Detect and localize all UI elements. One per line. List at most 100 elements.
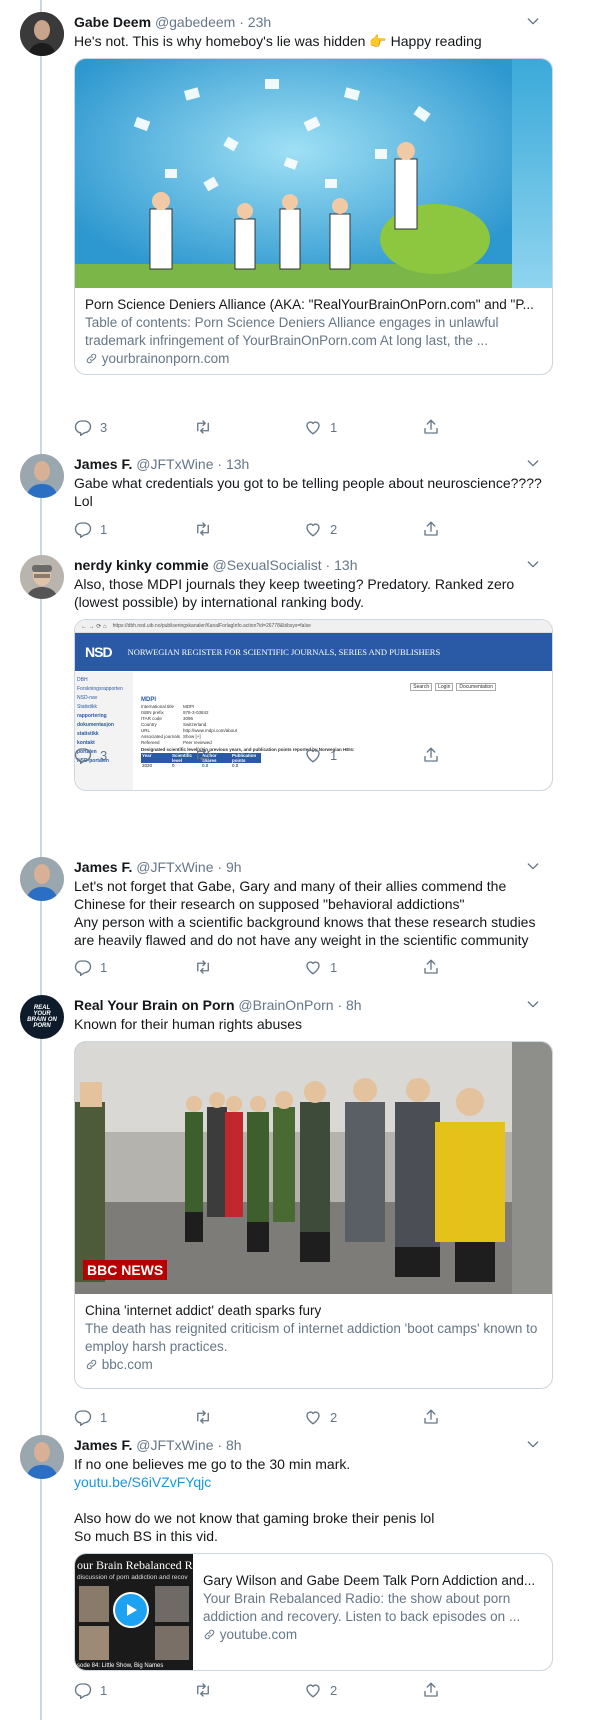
reply-icon xyxy=(74,520,92,538)
author-handle[interactable]: @JFTxWine xyxy=(136,1437,213,1453)
reply-icon xyxy=(74,1681,92,1699)
nsd-sidebar-item[interactable]: Forskningsrapporten xyxy=(77,685,133,694)
like-button[interactable]: 1 xyxy=(304,418,337,436)
reply-button[interactable]: 1 xyxy=(74,958,107,976)
retweet-button[interactable] xyxy=(194,520,212,538)
author-handle[interactable]: @SexualSocialist xyxy=(213,557,322,573)
card-title[interactable]: Gary Wilson and Gabe Deem Talk Porn Addi… xyxy=(203,1572,542,1590)
retweet-button[interactable] xyxy=(194,418,212,436)
nsd-sidebar-item[interactable]: NSD-nav xyxy=(77,694,133,703)
retweet-button[interactable] xyxy=(194,1681,212,1699)
tweet-link[interactable]: youtu.be/S6iVZvFYqjc xyxy=(74,1473,553,1491)
retweet-button[interactable] xyxy=(194,746,212,764)
retweet-icon xyxy=(194,958,212,976)
avatar[interactable] xyxy=(20,454,64,498)
retweet-icon xyxy=(194,746,212,764)
like-count: 1 xyxy=(330,419,338,435)
tweet-actions: 1 2 xyxy=(74,1681,494,1701)
like-button[interactable]: 1 xyxy=(304,746,337,764)
link-card[interactable]: Porn Science Deniers Alliance (AKA: "Rea… xyxy=(74,58,553,375)
timestamp[interactable]: 13h xyxy=(334,557,357,573)
caret-icon[interactable] xyxy=(525,996,541,1012)
reply-button[interactable]: 1 xyxy=(74,1681,107,1699)
avatar[interactable] xyxy=(20,857,64,901)
caret-icon[interactable] xyxy=(525,13,541,29)
nsd-docs[interactable]: Documentation xyxy=(456,683,496,691)
author-handle[interactable]: @BrainOnPorn xyxy=(238,997,333,1013)
avatar[interactable] xyxy=(20,555,64,599)
timestamp[interactable]: 8h xyxy=(346,997,362,1013)
share-button[interactable] xyxy=(422,520,440,538)
like-button[interactable]: 2 xyxy=(304,1681,337,1699)
reply-count: 1 xyxy=(100,1409,108,1425)
author-name[interactable]: nerdy kinky commie xyxy=(74,557,209,573)
play-icon[interactable] xyxy=(113,1592,149,1628)
timestamp[interactable]: 9h xyxy=(226,859,242,875)
nsd-search[interactable]: Search xyxy=(410,683,433,691)
nsd-sidebar-item[interactable]: rapportering xyxy=(77,712,133,721)
avatar[interactable] xyxy=(20,1435,64,1479)
card-description: The death has reignited criticism of int… xyxy=(85,1321,538,1354)
timestamp[interactable]: 23h xyxy=(248,14,271,30)
nsd-login[interactable]: Login xyxy=(435,683,454,691)
caret-icon[interactable] xyxy=(525,858,541,874)
avatar[interactable] xyxy=(20,12,64,56)
reply-button[interactable]: 1 xyxy=(74,1408,107,1426)
card-domain: bbc.com xyxy=(101,1357,153,1372)
card-title[interactable]: Porn Science Deniers Alliance (AKA: "Rea… xyxy=(85,296,542,314)
reply-count: 3 xyxy=(100,419,108,435)
like-button[interactable]: 1 xyxy=(304,958,337,976)
author-name[interactable]: James F. xyxy=(74,456,132,472)
like-icon xyxy=(304,418,322,436)
browser-bar: ← → ⟳ ⌂ https://dbh.nsd.uib.no/publiserin… xyxy=(75,620,552,633)
author-name[interactable]: Gabe Deem xyxy=(74,14,151,30)
timestamp[interactable]: 8h xyxy=(226,1437,242,1453)
author-name[interactable]: James F. xyxy=(74,859,132,875)
link-card[interactable]: BBC NEWS China 'internet addict' death s… xyxy=(74,1041,553,1389)
reply-button[interactable]: 1 xyxy=(74,520,107,538)
tweet-text-line: Also how do we not know that gaming brok… xyxy=(74,1510,435,1526)
reply-icon xyxy=(74,958,92,976)
author-handle[interactable]: @JFTxWine xyxy=(136,456,213,472)
nsd-logo: NSD xyxy=(85,644,113,660)
author-handle[interactable]: @gabedeem xyxy=(155,14,235,30)
like-button[interactable]: 2 xyxy=(304,1408,337,1426)
tweet-text-line: Any person with a scientific background … xyxy=(74,914,536,948)
caret-icon[interactable] xyxy=(525,1436,541,1452)
share-button[interactable] xyxy=(422,1681,440,1699)
like-icon xyxy=(304,1408,322,1426)
retweet-button[interactable] xyxy=(194,958,212,976)
nsd-sidebar-item[interactable]: Statistikk xyxy=(77,703,133,712)
tweet-text: He's not. This is why homeboy's lie was … xyxy=(74,33,482,49)
retweet-icon xyxy=(194,520,212,538)
share-button[interactable] xyxy=(422,746,440,764)
tweet-text: Also, those MDPI journals they keep twee… xyxy=(74,576,515,610)
reply-icon xyxy=(74,746,92,764)
author-name[interactable]: Real Your Brain on Porn xyxy=(74,997,235,1013)
nsd-sidebar-item[interactable]: DBH xyxy=(77,676,133,685)
reply-button[interactable]: 3 xyxy=(74,418,107,436)
nsd-sidebar-item[interactable]: dokumentasjon xyxy=(77,721,133,730)
reply-button[interactable]: 3 xyxy=(74,746,107,764)
author-handle[interactable]: @JFTxWine xyxy=(136,859,213,875)
timestamp[interactable]: 13h xyxy=(226,456,249,472)
nsd-banner-title: NORWEGIAN REGISTER FOR SCIENTIFIC JOURNA… xyxy=(127,647,441,657)
author-name[interactable]: James F. xyxy=(74,1437,132,1453)
nsd-sidebar-item[interactable]: statistikk xyxy=(77,730,133,739)
retweet-button[interactable] xyxy=(194,1408,212,1426)
tweet-text: Gabe what credentials you got to be tell… xyxy=(74,475,542,509)
video-card[interactable]: our Brain Rebalanced Radi discussion of … xyxy=(74,1553,553,1671)
like-button[interactable]: 2 xyxy=(304,520,337,538)
link-icon xyxy=(85,1358,98,1371)
share-button[interactable] xyxy=(422,958,440,976)
caret-icon[interactable] xyxy=(525,455,541,471)
nsd-sidebar: DBH Forskningsrapporten NSD-nav Statistikk r… xyxy=(75,672,133,790)
like-count: 1 xyxy=(330,959,338,975)
share-button[interactable] xyxy=(422,1408,440,1426)
like-icon xyxy=(304,746,322,764)
tweet-actions: 3 1 xyxy=(74,418,494,438)
card-title[interactable]: China 'internet addict' death sparks fur… xyxy=(85,1302,542,1320)
caret-icon[interactable] xyxy=(525,556,541,572)
avatar[interactable]: REAL YOUR BRAIN ON PORN xyxy=(20,995,64,1039)
share-button[interactable] xyxy=(422,418,440,436)
